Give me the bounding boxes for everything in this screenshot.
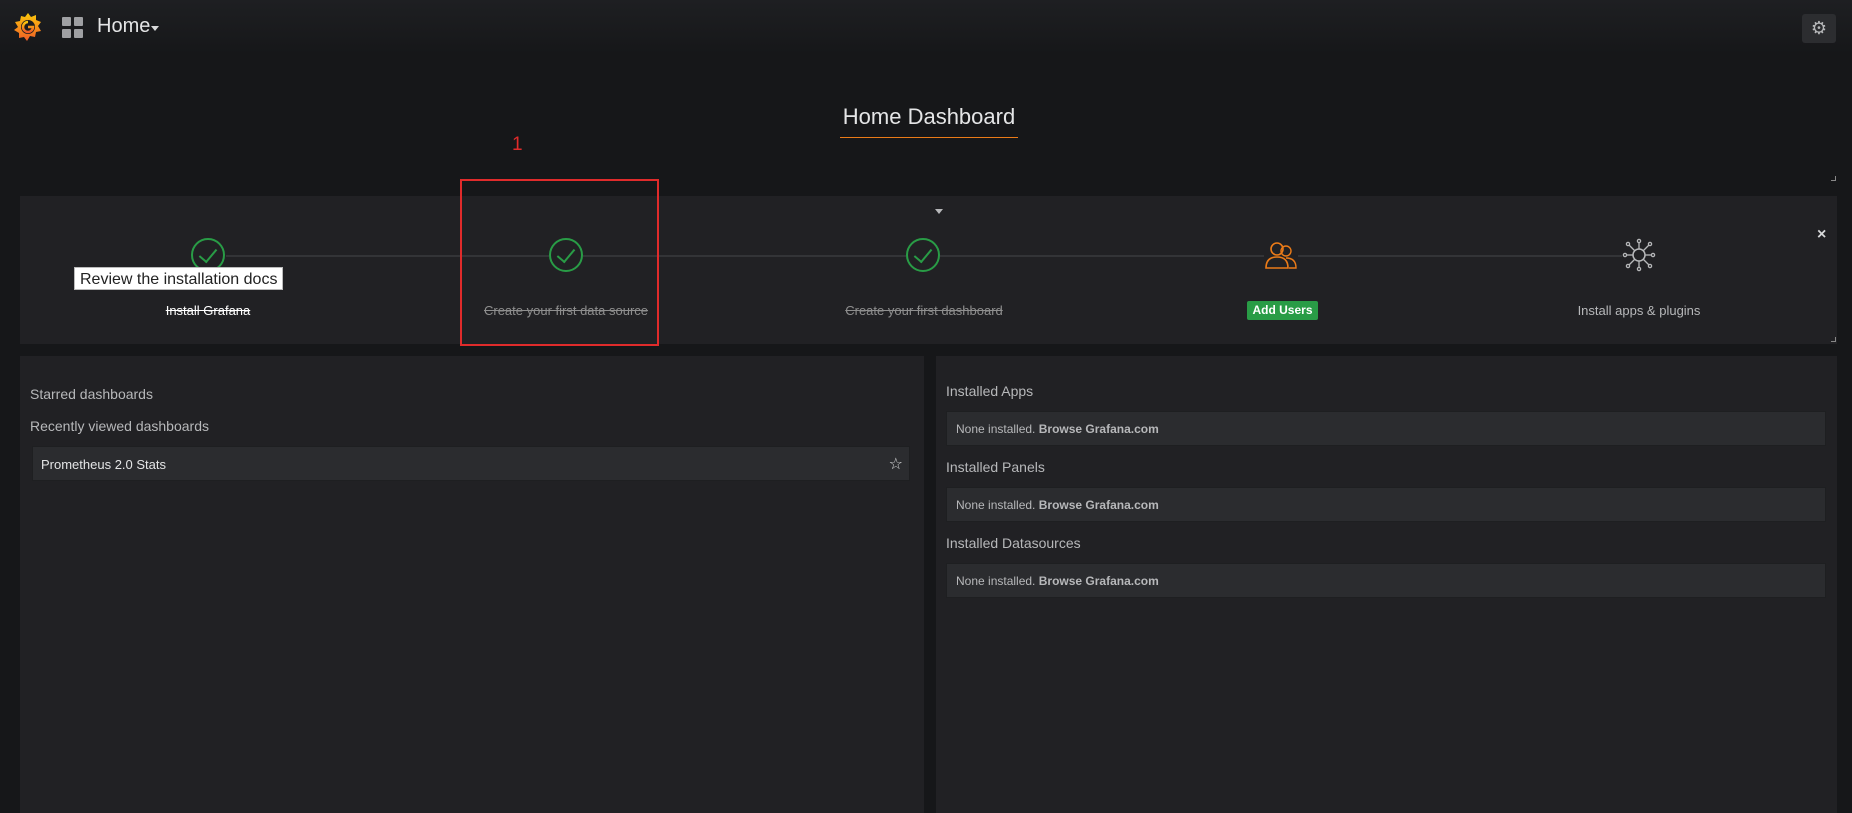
browse-grafana-link[interactable]: Browse Grafana.com [1039, 422, 1159, 436]
step-label[interactable]: Install Grafana [158, 303, 258, 318]
none-installed-text: None installed. [956, 498, 1036, 512]
page-title: Home Dashboard [840, 104, 1018, 138]
close-icon[interactable]: × [1817, 226, 1826, 244]
step-add-users[interactable] [1264, 238, 1298, 272]
add-users-button[interactable]: Add Users [1247, 301, 1318, 320]
dashboard-picker-title[interactable]: Home [97, 15, 150, 38]
users-icon [1265, 242, 1297, 269]
settings-button[interactable]: ⚙ [1802, 14, 1836, 43]
step-label[interactable]: Install apps & plugins [1559, 303, 1719, 318]
installed-apps-row: None installed. Browse Grafana.com [946, 411, 1826, 446]
check-circle-icon [906, 238, 940, 272]
top-navbar: Home ⚙ [0, 0, 1852, 54]
starred-dashboards-heading: Starred dashboards [30, 386, 153, 402]
plugins-icon [1622, 238, 1656, 272]
installed-panels-row: None installed. Browse Grafana.com [946, 487, 1826, 522]
dashboard-link[interactable]: Prometheus 2.0 Stats [41, 457, 166, 472]
collapse-toggle-icon[interactable] [935, 209, 943, 214]
resize-handle-icon[interactable] [1831, 176, 1836, 181]
recent-dashboards-heading: Recently viewed dashboards [30, 418, 209, 434]
list-item[interactable]: Prometheus 2.0 Stats ☆ [32, 446, 910, 481]
dashboards-grid-icon[interactable] [62, 17, 83, 38]
installed-datasources-heading: Installed Datasources [946, 535, 1081, 551]
installed-datasources-row: None installed. Browse Grafana.com [946, 563, 1826, 598]
installed-panels-heading: Installed Panels [946, 459, 1045, 475]
step-install-plugins[interactable] [1622, 238, 1656, 272]
browse-grafana-link[interactable]: Browse Grafana.com [1039, 574, 1159, 588]
annotation-highlight-box [460, 179, 659, 346]
installed-apps-heading: Installed Apps [946, 383, 1034, 399]
step-create-dashboard[interactable] [906, 238, 940, 272]
installation-docs-tooltip: Review the installation docs [74, 267, 284, 290]
none-installed-text: None installed. [956, 574, 1036, 588]
annotation-number: 1 [512, 134, 523, 155]
browse-grafana-link[interactable]: Browse Grafana.com [1039, 498, 1159, 512]
step-label[interactable]: Create your first dashboard [834, 303, 1014, 318]
resize-handle-icon[interactable] [1831, 337, 1836, 342]
star-icon[interactable]: ☆ [889, 454, 903, 474]
grafana-logo-icon[interactable] [12, 11, 44, 43]
gear-icon: ⚙ [1810, 18, 1828, 38]
none-installed-text: None installed. [956, 422, 1036, 436]
chevron-down-icon[interactable] [151, 26, 159, 31]
